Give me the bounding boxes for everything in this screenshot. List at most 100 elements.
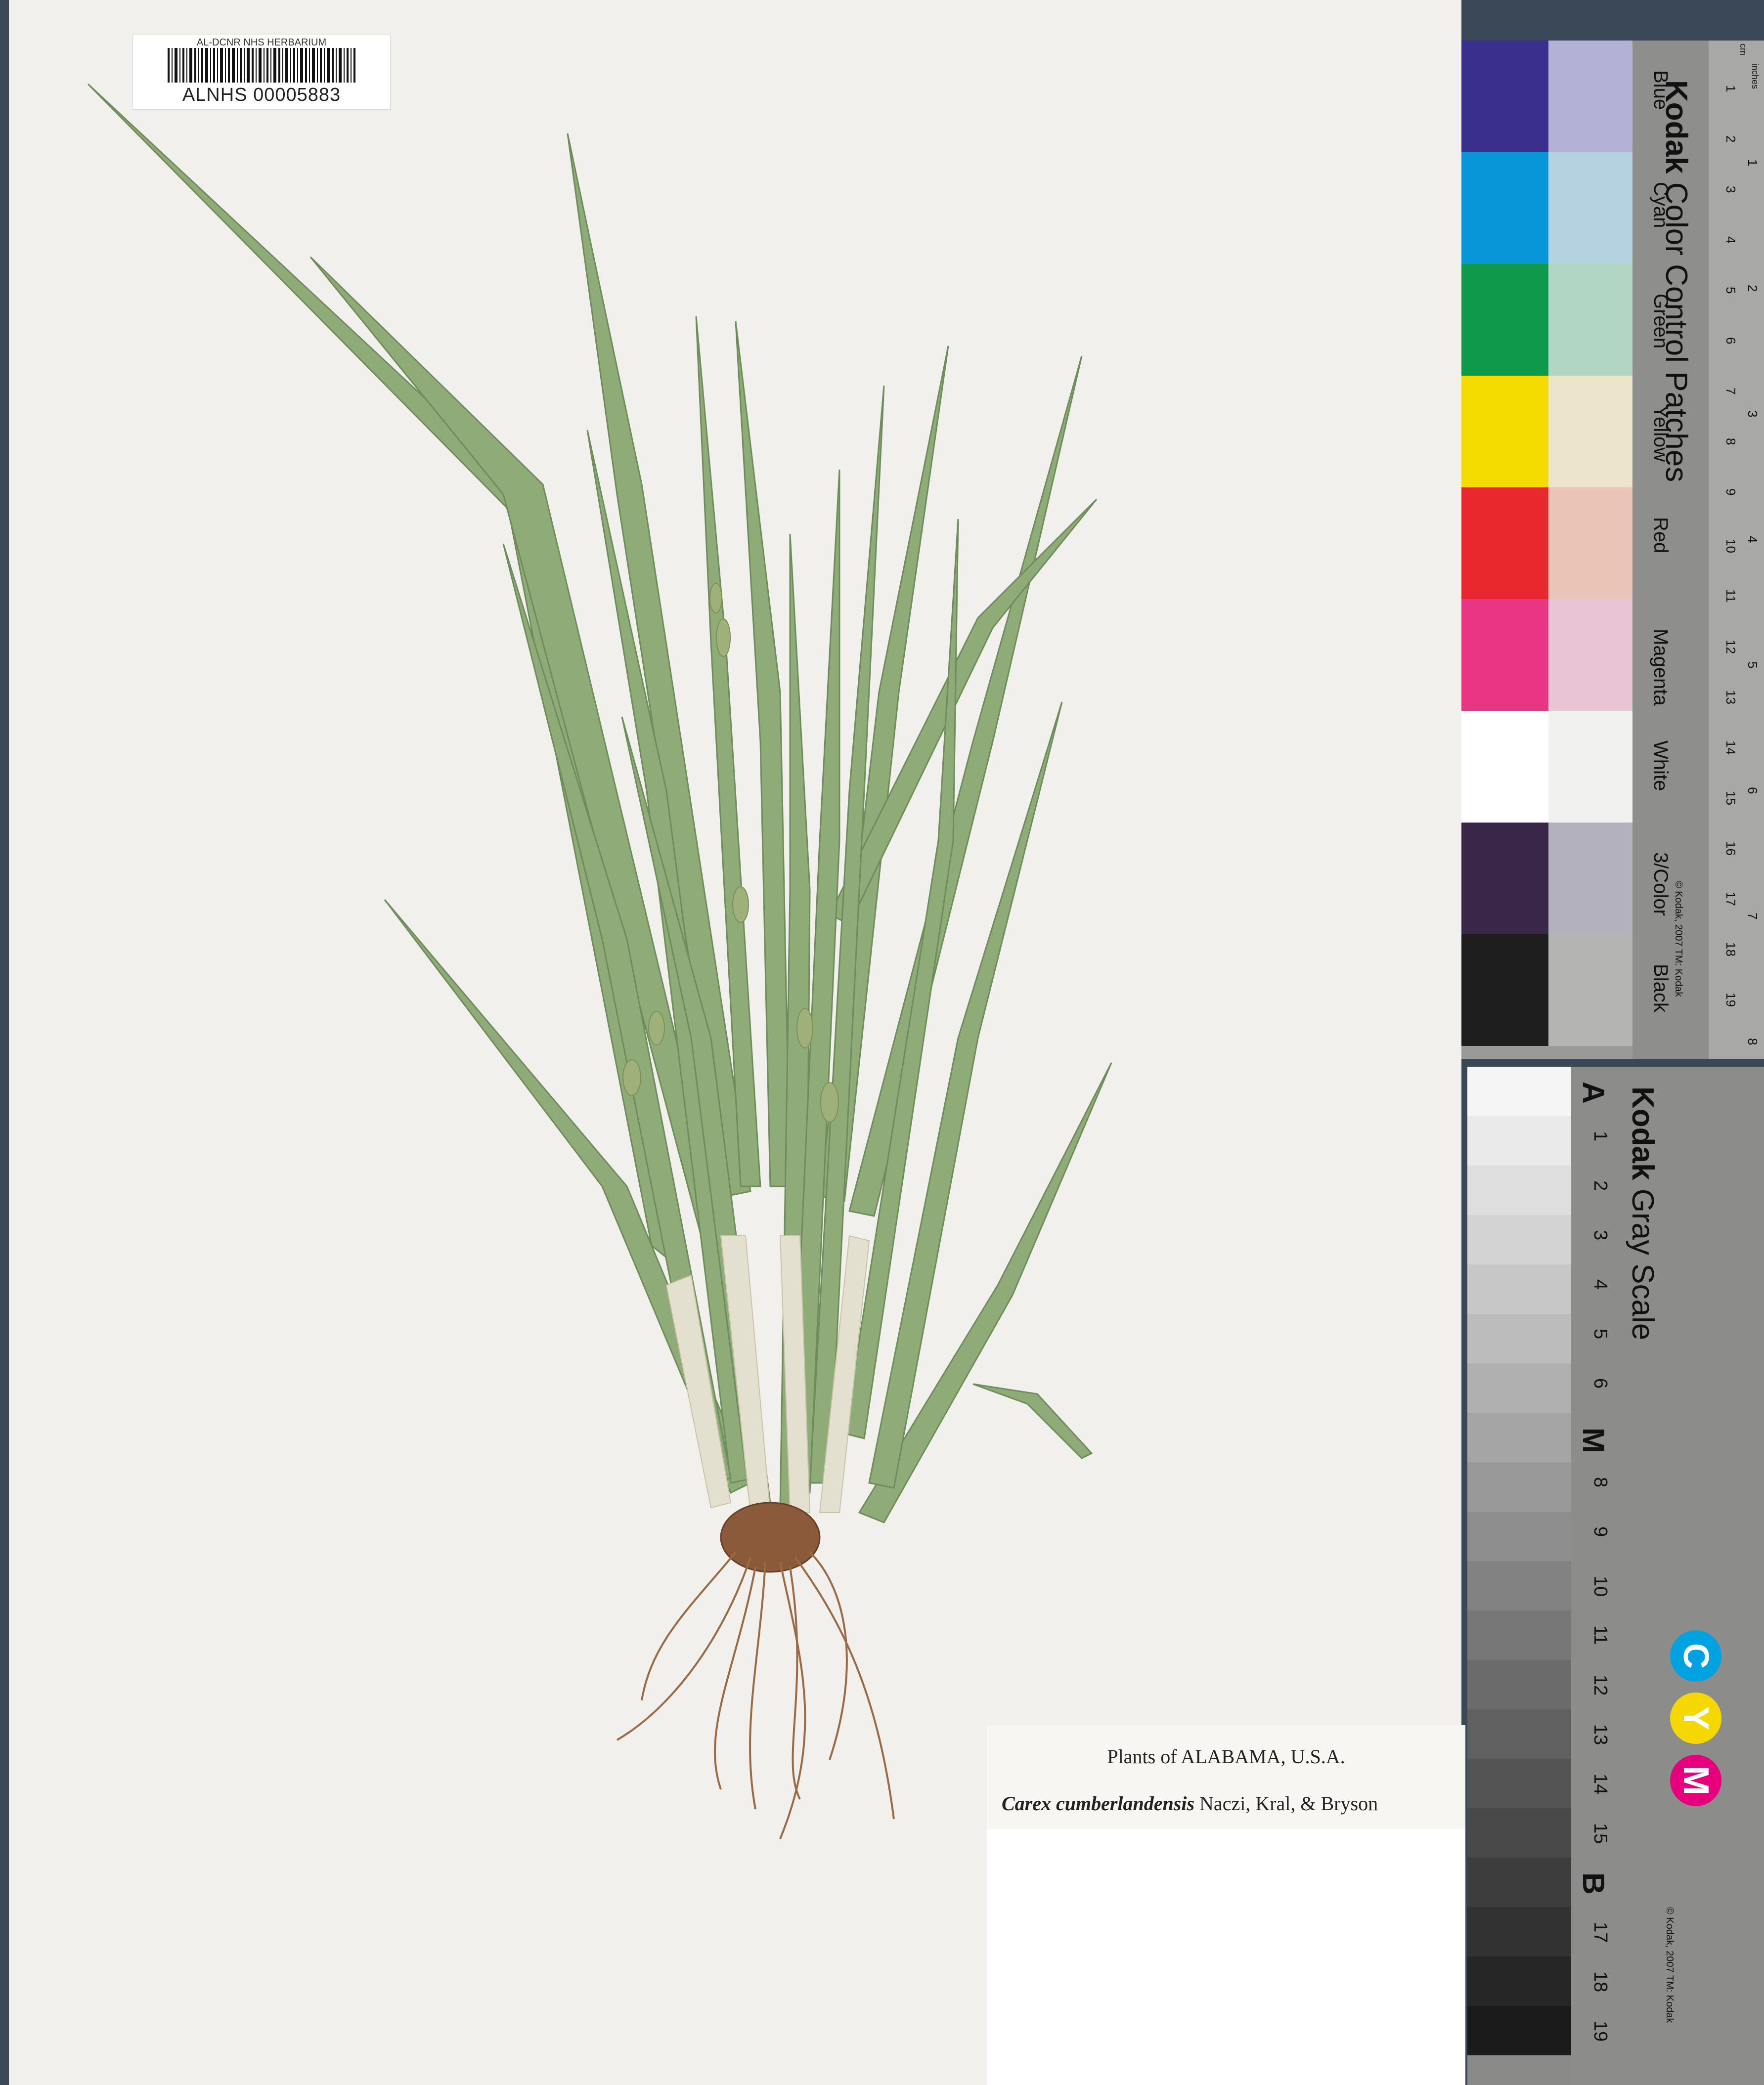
ruler-cm-label: 12 bbox=[1723, 640, 1738, 654]
patch-name-label: 3/Color bbox=[1650, 852, 1672, 916]
gray-card-copyright: © Kodak, 2007 TM: Kodak bbox=[1664, 1907, 1675, 2023]
patch-light-white bbox=[1548, 711, 1632, 823]
patch-name-label: White bbox=[1650, 740, 1672, 791]
patch-yellow bbox=[1461, 376, 1548, 487]
patch-name-label: Black bbox=[1650, 964, 1672, 1012]
gray-steps bbox=[1467, 1067, 1571, 2055]
gray-step bbox=[1467, 1907, 1571, 1956]
gray-step-label: 11 bbox=[1590, 1625, 1611, 1645]
cym-marker-m: M bbox=[1670, 1755, 1721, 1806]
ruler-inch-label: 6 bbox=[1745, 787, 1760, 794]
cym-marker-y: Y bbox=[1670, 1693, 1721, 1744]
herbarium-sheet: AL-DCNR NHS HERBARIUM ALNHS 00005883 Pla… bbox=[9, 0, 1465, 2085]
cym-marker-letter: M bbox=[1676, 1766, 1716, 1795]
patch-light-magenta bbox=[1548, 599, 1632, 711]
patch-red bbox=[1461, 487, 1548, 599]
ruler-cm-label: 3 bbox=[1723, 186, 1738, 193]
gray-step bbox=[1467, 1512, 1571, 1561]
ruler-cm-label: 4 bbox=[1723, 236, 1738, 244]
ruler-cm-label: 8 bbox=[1723, 438, 1738, 445]
gray-step bbox=[1467, 1166, 1571, 1215]
patch-light-3-color bbox=[1548, 823, 1632, 934]
ruler-cm-label: 10 bbox=[1723, 539, 1738, 553]
kodak-brand-gray: Kodak bbox=[1626, 1086, 1660, 1180]
gray-step bbox=[1467, 1264, 1571, 1314]
gray-step bbox=[1467, 1759, 1571, 1808]
patch-light-cyan bbox=[1548, 152, 1632, 264]
gray-step-label: 17 bbox=[1590, 1922, 1611, 1943]
patch-light-green bbox=[1548, 264, 1632, 376]
gray-step bbox=[1467, 1314, 1571, 1363]
ruler-inch-label: 8 bbox=[1745, 1038, 1760, 1045]
patch-blue bbox=[1461, 41, 1548, 152]
gray-step bbox=[1467, 1116, 1571, 1166]
gray-step-label: 14 bbox=[1590, 1774, 1611, 1795]
gray-step bbox=[1467, 1610, 1571, 1660]
ruler-cm-label: 7 bbox=[1723, 388, 1738, 395]
redacted-area bbox=[987, 1829, 1465, 2085]
patch-name-label: Cyan bbox=[1650, 182, 1672, 228]
ruler-cm-label: 11 bbox=[1723, 589, 1738, 603]
ruler-inch-label: 3 bbox=[1745, 410, 1760, 418]
authority: Naczi, Kral, & Bryson bbox=[1194, 1792, 1378, 1815]
cym-marker-c: C bbox=[1670, 1630, 1721, 1682]
ruler-cm-label: 6 bbox=[1723, 337, 1738, 345]
gray-step bbox=[1467, 1462, 1571, 1512]
gray-step bbox=[1467, 1709, 1571, 1759]
ruler-cm-label: 15 bbox=[1723, 791, 1738, 805]
gray-step bbox=[1467, 1956, 1571, 2006]
cym-marker-letter: Y bbox=[1676, 1706, 1716, 1731]
gray-step-label: B bbox=[1576, 1872, 1610, 1895]
patch-name-label: Magenta bbox=[1650, 629, 1672, 706]
roots bbox=[616, 1551, 895, 1839]
ruler-cm-label: 19 bbox=[1723, 993, 1738, 1007]
patch-light-black bbox=[1548, 934, 1632, 1046]
ruler-cm-label: 9 bbox=[1723, 488, 1738, 496]
gray-step-label: 9 bbox=[1590, 1526, 1611, 1537]
gray-step bbox=[1467, 2006, 1571, 2055]
ruler-inch-label: 1 bbox=[1745, 159, 1760, 167]
gray-step bbox=[1467, 1413, 1571, 1462]
patch-light-blue bbox=[1548, 41, 1632, 152]
patch-name-label: Red bbox=[1650, 517, 1672, 554]
ruler-inch-label: 7 bbox=[1745, 912, 1760, 920]
gray-step-label: M bbox=[1576, 1428, 1610, 1453]
gray-step-label: 13 bbox=[1590, 1724, 1611, 1745]
gray-step bbox=[1467, 1808, 1571, 1858]
ruler-inch-label: 5 bbox=[1745, 661, 1760, 669]
gray-step-label: 15 bbox=[1590, 1823, 1611, 1844]
ruler: cm inches 1 2 3 4 5 6 7 8 9 10 11 12 13 14 15 16 17 18 19 1 2 3… bbox=[1709, 41, 1764, 1059]
gray-step-label: 2 bbox=[1590, 1180, 1611, 1191]
color-patches-saturated bbox=[1461, 41, 1548, 1046]
ruler-cm-label: 2 bbox=[1723, 135, 1738, 143]
gray-step bbox=[1467, 1215, 1571, 1264]
gray-card-title-text: Gray Scale bbox=[1626, 1180, 1660, 1341]
scientific-name: Carex cumberlandensis bbox=[1002, 1792, 1195, 1815]
ruler-cm-label: 18 bbox=[1723, 942, 1738, 956]
label-title: Plants of ALABAMA, U.S.A. bbox=[1107, 1745, 1345, 1768]
patch-3-color bbox=[1461, 823, 1548, 934]
root-mass bbox=[720, 1502, 821, 1573]
patch-white bbox=[1461, 711, 1548, 823]
gray-step-label: 10 bbox=[1590, 1576, 1611, 1597]
ruler-unit-label: cm bbox=[1738, 43, 1748, 55]
gray-step-label: 19 bbox=[1590, 2021, 1611, 2042]
gray-step-label: 5 bbox=[1590, 1329, 1611, 1340]
patch-light-red bbox=[1548, 487, 1632, 599]
ruler-inch-label: 2 bbox=[1745, 285, 1760, 292]
gray-step bbox=[1467, 1067, 1571, 1116]
ruler-cm-label: 1 bbox=[1723, 85, 1738, 92]
color-patches-pastel bbox=[1548, 41, 1632, 1046]
patch-name-label: Green bbox=[1650, 294, 1672, 349]
grass-leaves bbox=[87, 83, 1112, 1523]
ruler-cm-label: 17 bbox=[1723, 892, 1738, 906]
gray-step-label: 4 bbox=[1590, 1279, 1611, 1290]
gray-step bbox=[1467, 1660, 1571, 1709]
gray-step-label: A bbox=[1576, 1082, 1610, 1104]
gray-step bbox=[1467, 1561, 1571, 1610]
patch-green bbox=[1461, 264, 1548, 376]
ruler-unit-label: inches bbox=[1750, 63, 1760, 89]
herbarium-label: Plants of ALABAMA, U.S.A. Carex cumberla… bbox=[987, 1725, 1465, 2085]
patch-cyan bbox=[1461, 152, 1548, 264]
gray-step bbox=[1467, 1858, 1571, 1907]
